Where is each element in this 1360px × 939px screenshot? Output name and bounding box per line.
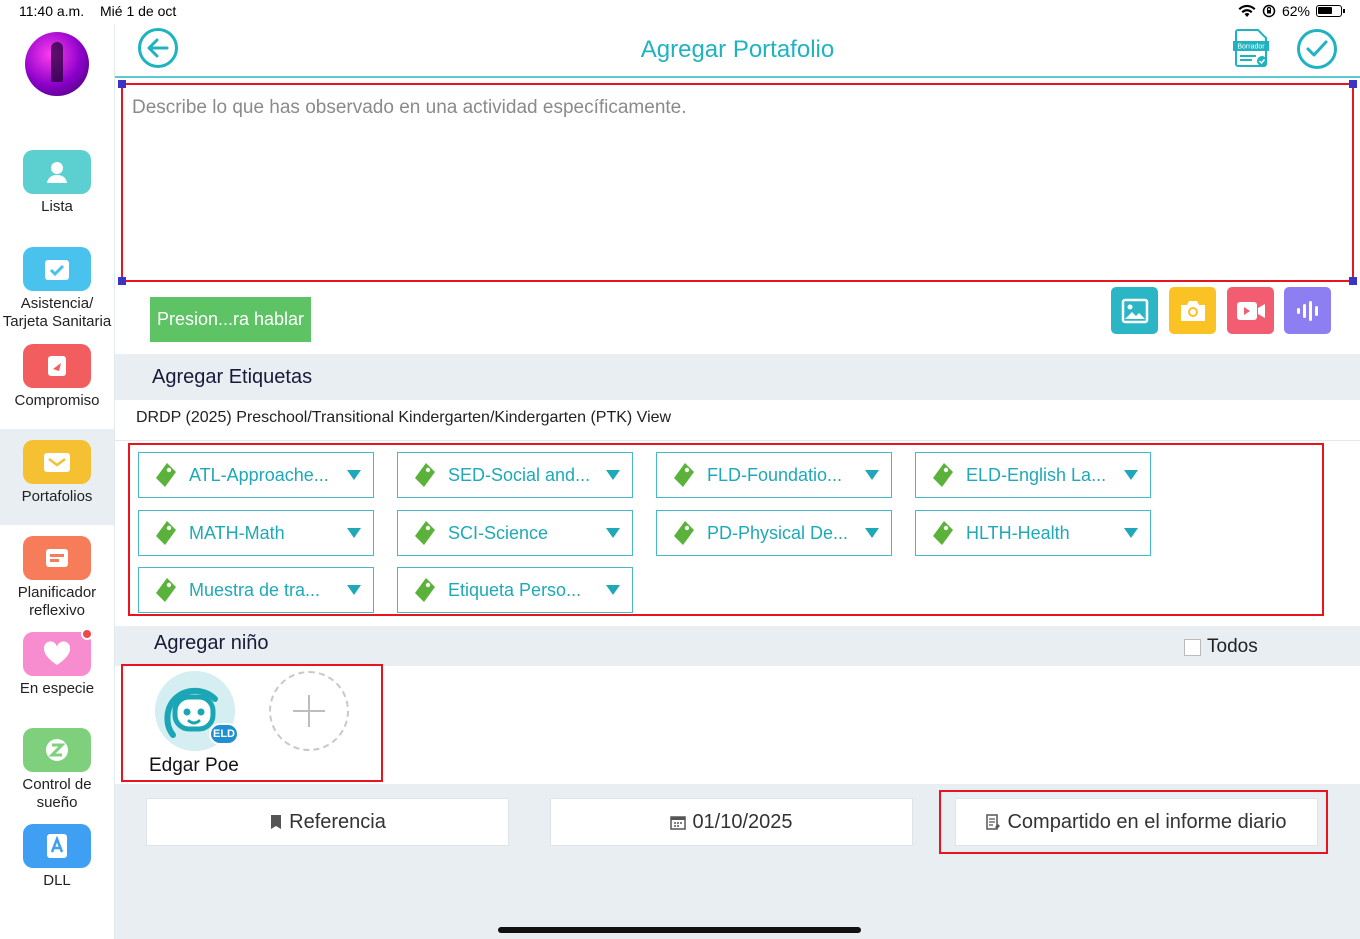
select-all-label: Todos — [1207, 636, 1258, 657]
status-time: 11:40 a.m. — [19, 3, 85, 19]
reference-label: Referencia — [289, 810, 386, 833]
image-icon — [1121, 298, 1148, 323]
audio-waveform-icon — [1296, 300, 1318, 321]
battery-percent: 62% — [1281, 3, 1310, 19]
gallery-button[interactable] — [1111, 287, 1158, 334]
date-button[interactable]: 01/10/2025 — [550, 798, 913, 846]
children-box: ELD Edgar Poe — [121, 664, 383, 782]
video-camera-icon — [1236, 301, 1265, 320]
draft-button[interactable]: Borrador — [1232, 28, 1270, 68]
sidebar-item-dll[interactable]: DLL — [0, 824, 114, 890]
sidebar-item-lista[interactable]: Lista — [0, 150, 114, 216]
child-name: Edgar Poe — [149, 755, 239, 776]
video-button[interactable] — [1227, 287, 1274, 334]
share-highlight-box — [939, 790, 1328, 854]
sidebar-item-label: Control de sueño — [22, 776, 92, 811]
description-input[interactable] — [123, 85, 1352, 280]
status-date: Mié 1 de oct — [100, 3, 177, 19]
bookmark-icon — [271, 815, 282, 829]
select-all-checkbox[interactable] — [1184, 638, 1201, 656]
portfolio-icon — [23, 440, 91, 484]
page-header: Agregar Portafolio Borrador — [115, 24, 1360, 78]
status-bar: 11:40 a.m. Mié 1 de oct 62% — [0, 0, 1360, 24]
notification-dot — [81, 628, 93, 640]
camera-button[interactable] — [1169, 287, 1216, 334]
sidebar-item-asistencia[interactable]: Asistencia/ Tarjeta Sanitaria — [0, 247, 114, 331]
resize-handle[interactable] — [1349, 80, 1357, 88]
camera-icon — [1180, 300, 1205, 321]
sidebar-item-label: DLL — [43, 872, 71, 889]
engagement-icon — [23, 344, 91, 388]
sidebar-item-label: Portafolios — [21, 488, 93, 505]
tags-section-title: Agregar Etiquetas — [115, 354, 1360, 400]
battery-icon — [1316, 5, 1345, 17]
sidebar-item-portafolios[interactable]: Portafolios — [0, 429, 114, 525]
user-icon — [23, 150, 91, 194]
add-child-button[interactable] — [269, 671, 349, 751]
teacher-avatar[interactable] — [25, 32, 89, 96]
sidebar-item-planificador[interactable]: Planificador reflexivo — [0, 536, 114, 620]
sidebar-item-label: En especie — [19, 680, 95, 697]
sidebar-item-en-especie[interactable]: En especie — [0, 628, 114, 698]
page-title: Agregar Portafolio — [640, 36, 835, 63]
sidebar-item-control-sueno[interactable]: Control de sueño — [0, 728, 114, 812]
add-child-title: Agregar niño — [115, 626, 1360, 666]
date-value: 01/10/2025 — [692, 810, 793, 833]
select-all-toggle[interactable]: Todos — [1184, 636, 1258, 658]
draft-document-icon: Borrador — [1233, 29, 1269, 67]
dll-icon — [23, 824, 91, 868]
sidebar: Lista Asistencia/ Tarjeta Sanitaria Comp… — [0, 24, 115, 939]
calendar-check-icon — [23, 247, 91, 291]
reference-button[interactable]: Referencia — [146, 798, 509, 846]
wifi-icon — [1238, 4, 1256, 17]
orientation-lock-icon — [1262, 4, 1276, 18]
check-icon — [1306, 40, 1328, 57]
planner-icon — [23, 536, 91, 580]
resize-handle[interactable] — [118, 80, 126, 88]
resize-handle[interactable] — [118, 277, 126, 285]
sidebar-item-label: Compromiso — [14, 392, 100, 409]
calendar-icon — [670, 816, 687, 830]
sleep-icon — [23, 728, 91, 772]
drdp-framework-label: DRDP (2025) Preschool/Transitional Kinde… — [136, 409, 672, 426]
heart-icon — [23, 628, 93, 676]
sidebar-item-label: Planificador reflexivo — [17, 584, 97, 619]
home-indicator[interactable] — [498, 927, 861, 933]
sidebar-item-label: Asistencia/ Tarjeta Sanitaria — [2, 295, 112, 330]
sidebar-item-label: Lista — [41, 198, 73, 215]
speak-button[interactable]: Presion...ra hablar — [150, 297, 311, 342]
eld-badge: ELD — [209, 723, 239, 745]
save-check-button[interactable] — [1297, 29, 1337, 69]
resize-handle[interactable] — [1349, 277, 1357, 285]
plus-icon — [293, 695, 325, 727]
description-box — [118, 80, 1357, 285]
tags-highlight-box — [128, 443, 1324, 616]
draft-label: Borrador — [1237, 44, 1265, 51]
sidebar-item-compromiso[interactable]: Compromiso — [0, 344, 114, 410]
audio-button[interactable] — [1284, 287, 1331, 334]
